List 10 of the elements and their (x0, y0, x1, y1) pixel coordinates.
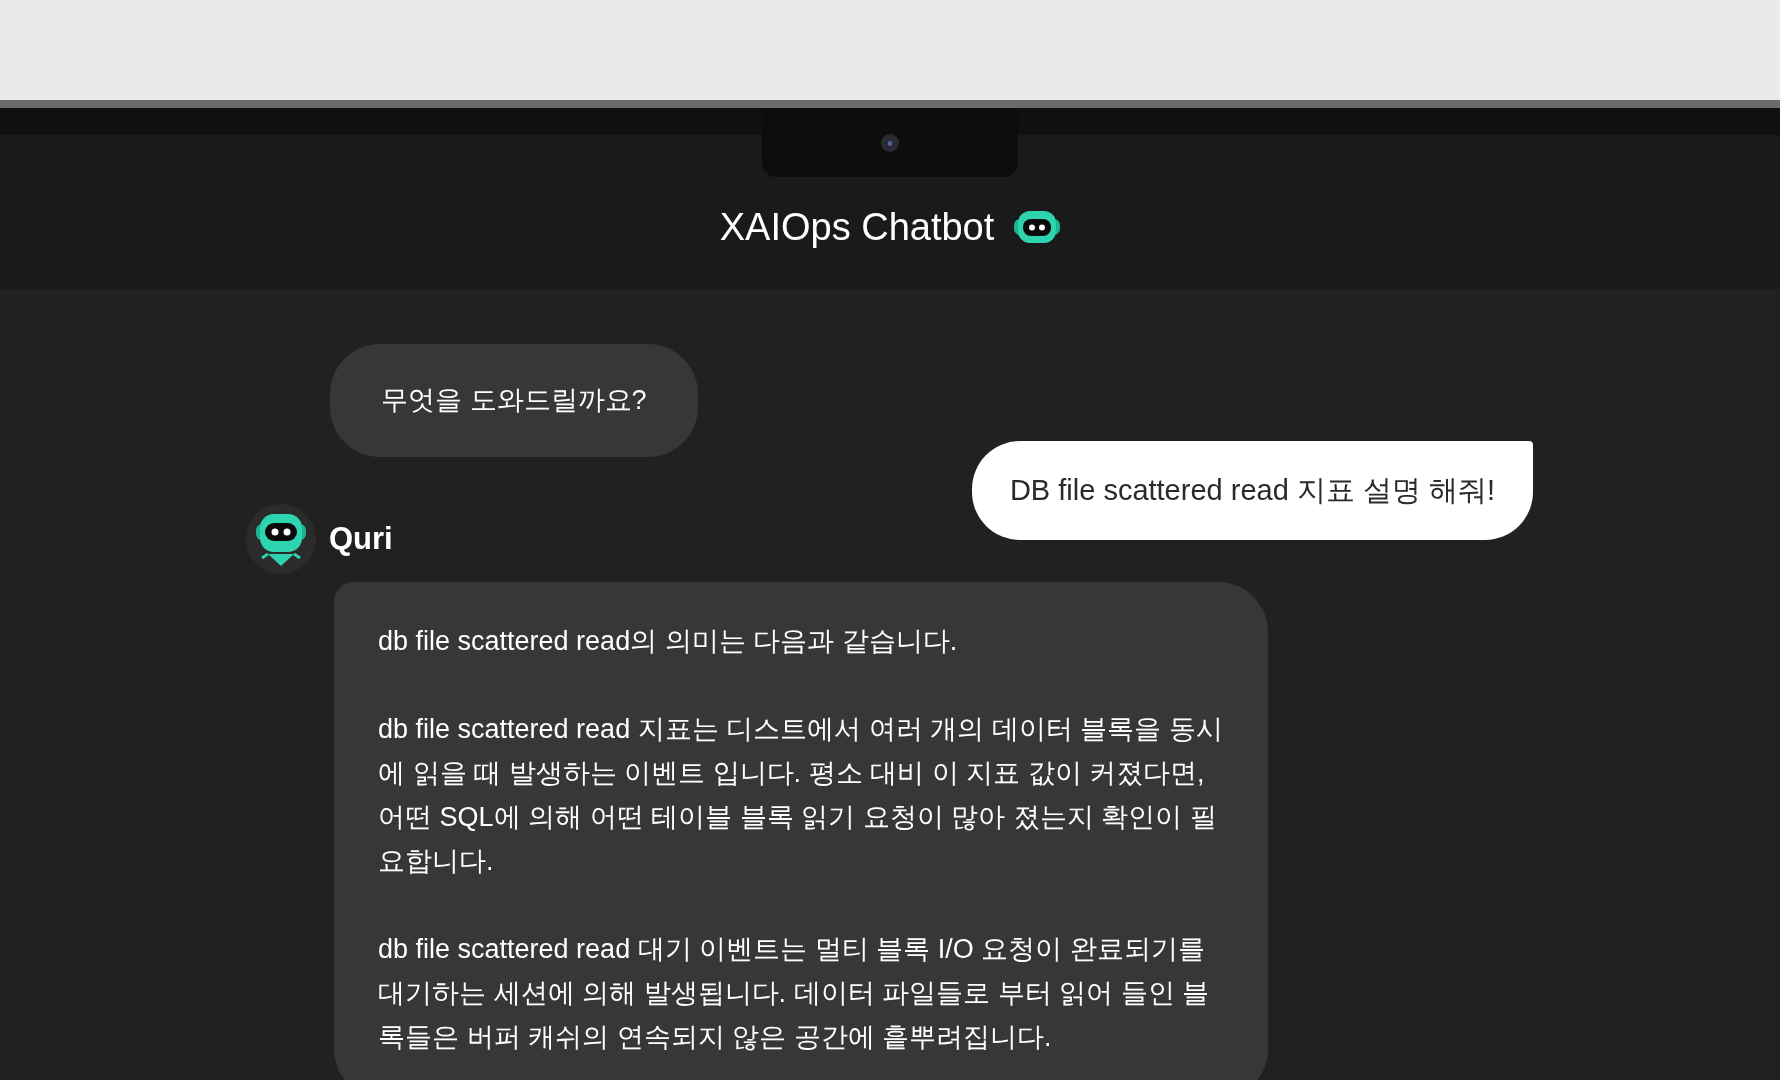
camera-icon (881, 134, 899, 152)
message-paragraph: db file scattered read의 의미는 다음과 같습니다. (378, 625, 959, 658)
sender-name: Quri (329, 519, 393, 558)
robot-icon (1014, 211, 1061, 243)
bot-message: 무엇을 도와드릴까요? (330, 344, 698, 457)
message-paragraph: db file scattered read 지표는 디스트에서 여러 개의 데이터 블록을 동시에 읽을 때 발생하는 이벤트 입니다. 평소 대비 이 지표 값이 커졌다면, 어떤 SQL에 의해 어떤 테이블 블록 읽기 요청이 많아 졌는지 확인이 필요합니다. (378, 713, 1224, 878)
user-message: DB file scattered read 지표 설명 해줘! (971, 440, 1533, 540)
robot-avatar-icon (246, 504, 316, 574)
message-paragraph: db file scattered read 대기 이벤트는 멀티 블록 I/O 요청이 완료되기를 대기하는 세션에 의해 발생됩니다. 데이터 파일들로 부터 읽어 들인 블록들은 버퍼 캐쉬의 연속되지 않은 공간에 흩뿌려집니다. (378, 933, 1210, 1054)
app-title: XAIOps Chatbot (719, 204, 995, 250)
